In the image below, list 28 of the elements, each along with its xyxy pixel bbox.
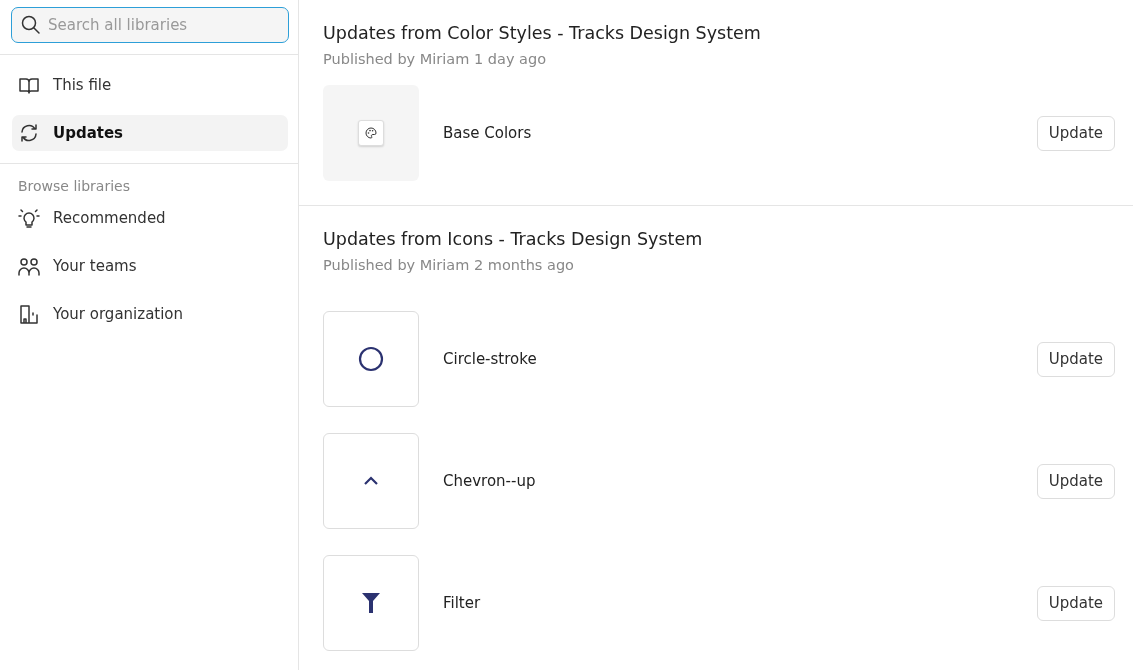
library-item-name: Circle-stroke (443, 350, 538, 368)
section-title: Updates from Color Styles - Tracks Design System (323, 23, 762, 43)
update-button[interactable]: Update (1036, 585, 1115, 621)
library-item-name: Filter (443, 594, 482, 612)
update-button[interactable]: Update (1036, 463, 1115, 499)
sidebar-item[interactable]: Recommended (12, 200, 288, 236)
refresh-icon (18, 122, 40, 144)
section-heading: Browse libraries (17, 178, 131, 194)
section-title: Updates from Icons - Tracks Design System (323, 229, 704, 249)
library-item-name: Base Colors (443, 124, 533, 142)
sidebar-item[interactable]: Your teams (12, 248, 288, 284)
library-item-name: Chevron--up (443, 472, 537, 490)
circle-icon (358, 346, 384, 372)
published-info: Published by Miriam 1 day ago (323, 51, 548, 67)
published-info: Published by Miriam 2 months ago (323, 257, 575, 273)
lightbulb-icon (18, 207, 40, 229)
update-button[interactable]: Update (1036, 341, 1115, 377)
chevron-up-icon (363, 476, 379, 486)
palette-icon (358, 120, 384, 146)
building-icon (18, 303, 40, 325)
sidebar-item[interactable]: Updates (12, 115, 288, 151)
sidebar-item[interactable]: This file (12, 67, 288, 103)
people-icon (18, 255, 40, 277)
sidebar-item[interactable]: Your organization (12, 296, 288, 332)
update-button[interactable]: Update (1036, 115, 1115, 151)
filter-icon (361, 592, 381, 614)
search-field[interactable]: Search all libraries (11, 7, 289, 43)
search-icon (20, 14, 42, 36)
